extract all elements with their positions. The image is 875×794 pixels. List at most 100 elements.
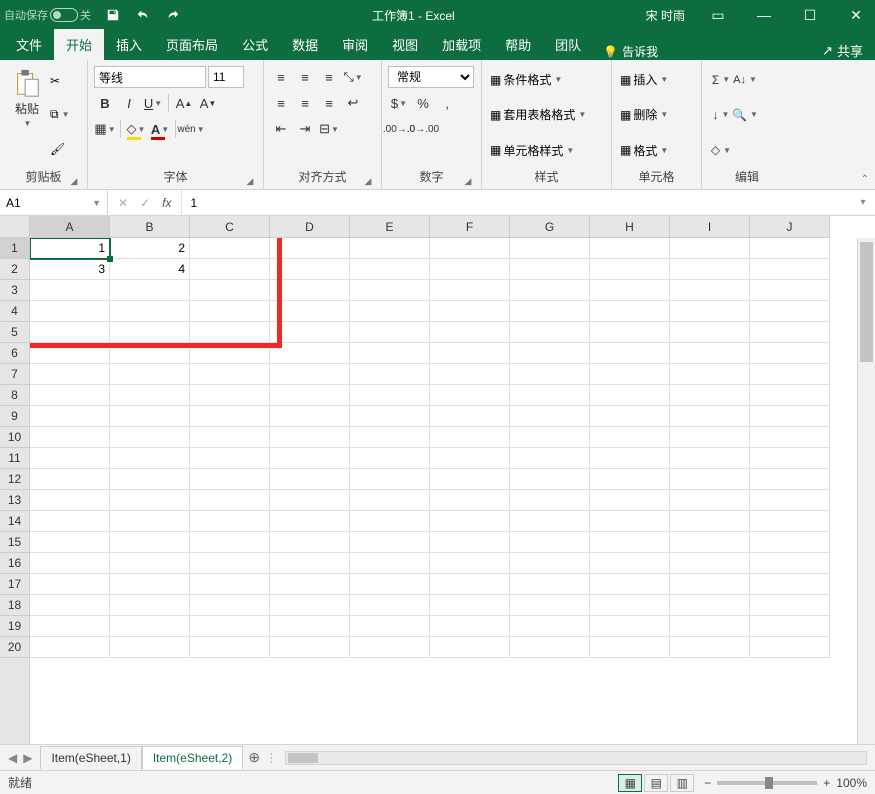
- cell-B8[interactable]: [110, 385, 190, 406]
- cell-A20[interactable]: [30, 637, 110, 658]
- cell-H5[interactable]: [590, 322, 670, 343]
- cell-E16[interactable]: [350, 553, 430, 574]
- cell-I19[interactable]: [670, 616, 750, 637]
- page-break-view-button[interactable]: ▥: [670, 774, 694, 792]
- cell-E20[interactable]: [350, 637, 430, 658]
- vertical-scrollbar[interactable]: [857, 238, 875, 744]
- cell-B11[interactable]: [110, 448, 190, 469]
- col-header-A[interactable]: A: [30, 216, 110, 237]
- cell-B7[interactable]: [110, 364, 190, 385]
- align-left-button[interactable]: ≡: [270, 92, 292, 114]
- fill-button[interactable]: ↓▼: [710, 104, 732, 126]
- cell-G5[interactable]: [510, 322, 590, 343]
- cell-F19[interactable]: [430, 616, 510, 637]
- zoom-in-button[interactable]: +: [823, 776, 830, 790]
- cell-G10[interactable]: [510, 427, 590, 448]
- maximize-icon[interactable]: ☐: [795, 0, 825, 30]
- currency-button[interactable]: $▼: [388, 92, 410, 114]
- share-button[interactable]: ↗ 共享: [814, 41, 871, 60]
- sort-filter-button[interactable]: A↓▼: [734, 69, 756, 91]
- tab-formulas[interactable]: 公式: [230, 29, 280, 60]
- row-header-8[interactable]: 8: [0, 385, 29, 406]
- cell-F16[interactable]: [430, 553, 510, 574]
- user-name[interactable]: 宋 时雨: [646, 7, 685, 24]
- cell-A3[interactable]: [30, 280, 110, 301]
- sheet-next-icon[interactable]: ▶: [23, 751, 32, 765]
- cell-G6[interactable]: [510, 343, 590, 364]
- cell-B5[interactable]: [110, 322, 190, 343]
- cell-A19[interactable]: [30, 616, 110, 637]
- cell-A14[interactable]: [30, 511, 110, 532]
- cell-C13[interactable]: [190, 490, 270, 511]
- cell-style-button[interactable]: ▦ 单元格样式▼: [490, 142, 586, 159]
- cell-H19[interactable]: [590, 616, 670, 637]
- cell-J1[interactable]: [750, 238, 830, 259]
- cell-G9[interactable]: [510, 406, 590, 427]
- cell-C6[interactable]: [190, 343, 270, 364]
- merge-button[interactable]: ⊟▼: [318, 118, 340, 140]
- cell-A18[interactable]: [30, 595, 110, 616]
- cell-E19[interactable]: [350, 616, 430, 637]
- row-header-19[interactable]: 19: [0, 616, 29, 637]
- cell-A9[interactable]: [30, 406, 110, 427]
- cell-E4[interactable]: [350, 301, 430, 322]
- cell-E2[interactable]: [350, 259, 430, 280]
- cell-D9[interactable]: [270, 406, 350, 427]
- cell-C7[interactable]: [190, 364, 270, 385]
- cell-D6[interactable]: [270, 343, 350, 364]
- table-format-button[interactable]: ▦ 套用表格格式▼: [490, 106, 586, 123]
- cell-G17[interactable]: [510, 574, 590, 595]
- sheet-tab-1[interactable]: Item(eSheet,1): [40, 746, 141, 769]
- cell-E7[interactable]: [350, 364, 430, 385]
- cell-F6[interactable]: [430, 343, 510, 364]
- cell-D18[interactable]: [270, 595, 350, 616]
- cell-D20[interactable]: [270, 637, 350, 658]
- cell-C11[interactable]: [190, 448, 270, 469]
- cell-H17[interactable]: [590, 574, 670, 595]
- cell-G1[interactable]: [510, 238, 590, 259]
- cell-D5[interactable]: [270, 322, 350, 343]
- tab-review[interactable]: 审阅: [330, 29, 380, 60]
- cell-G15[interactable]: [510, 532, 590, 553]
- cell-E12[interactable]: [350, 469, 430, 490]
- align-middle-button[interactable]: ≡: [294, 66, 316, 88]
- comma-button[interactable]: ,: [436, 92, 458, 114]
- cell-B10[interactable]: [110, 427, 190, 448]
- cell-A5[interactable]: [30, 322, 110, 343]
- cell-F12[interactable]: [430, 469, 510, 490]
- cell-I17[interactable]: [670, 574, 750, 595]
- cell-D14[interactable]: [270, 511, 350, 532]
- cell-G2[interactable]: [510, 259, 590, 280]
- undo-icon[interactable]: [135, 7, 151, 23]
- cell-D13[interactable]: [270, 490, 350, 511]
- cell-J2[interactable]: [750, 259, 830, 280]
- row-header-16[interactable]: 16: [0, 553, 29, 574]
- cell-C12[interactable]: [190, 469, 270, 490]
- cell-B20[interactable]: [110, 637, 190, 658]
- cell-D4[interactable]: [270, 301, 350, 322]
- sheet-prev-icon[interactable]: ◀: [8, 751, 17, 765]
- row-header-1[interactable]: 1: [0, 238, 29, 259]
- cell-B18[interactable]: [110, 595, 190, 616]
- cell-G4[interactable]: [510, 301, 590, 322]
- cell-E13[interactable]: [350, 490, 430, 511]
- cell-I6[interactable]: [670, 343, 750, 364]
- cell-D15[interactable]: [270, 532, 350, 553]
- tab-team[interactable]: 团队: [543, 29, 593, 60]
- cell-F5[interactable]: [430, 322, 510, 343]
- cell-H10[interactable]: [590, 427, 670, 448]
- select-all-corner[interactable]: [0, 216, 30, 238]
- cell-B9[interactable]: [110, 406, 190, 427]
- cell-J4[interactable]: [750, 301, 830, 322]
- cell-E18[interactable]: [350, 595, 430, 616]
- cell-E14[interactable]: [350, 511, 430, 532]
- cell-C18[interactable]: [190, 595, 270, 616]
- enter-formula-icon[interactable]: ✓: [140, 196, 150, 210]
- shrink-font-button[interactable]: A▼: [197, 92, 219, 114]
- cell-H6[interactable]: [590, 343, 670, 364]
- row-header-5[interactable]: 5: [0, 322, 29, 343]
- cell-B13[interactable]: [110, 490, 190, 511]
- autosave-toggle[interactable]: [50, 8, 78, 22]
- cell-G16[interactable]: [510, 553, 590, 574]
- cell-E17[interactable]: [350, 574, 430, 595]
